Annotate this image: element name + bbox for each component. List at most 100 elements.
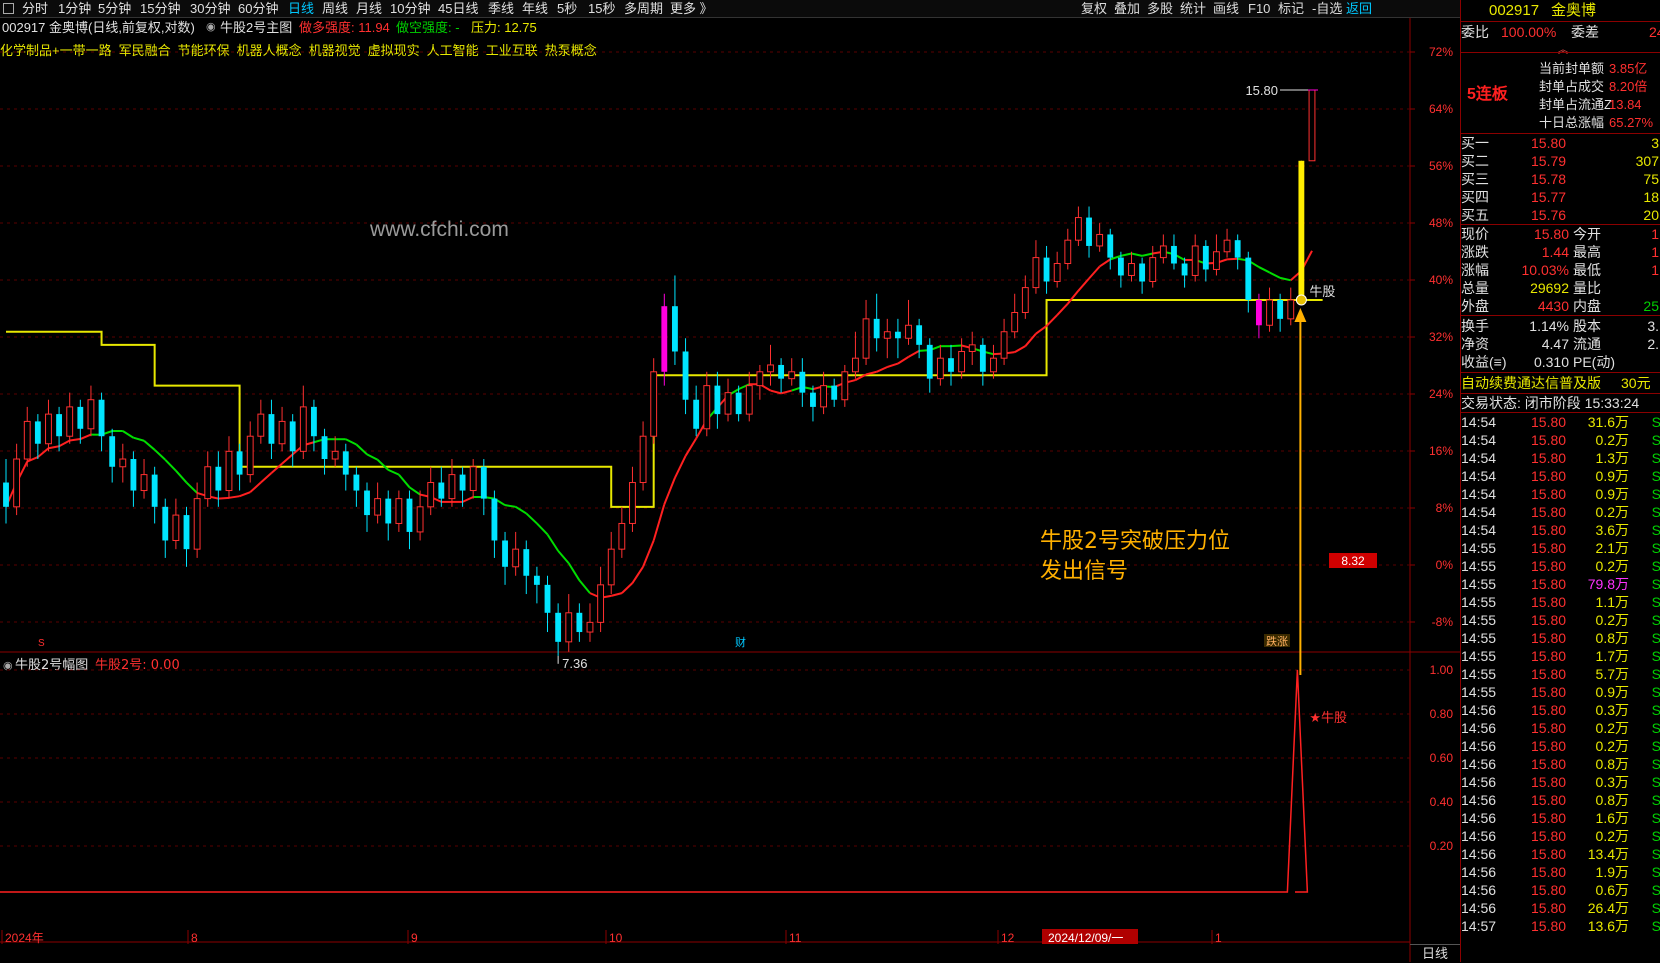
toolbar-button[interactable]: 叠加 [1114, 0, 1140, 17]
candle-body [332, 451, 338, 459]
quote-label-2: 量比 [1573, 279, 1601, 298]
bid-row[interactable]: 买二15.79307 [1461, 152, 1660, 171]
tick-price: 15.80 [1531, 521, 1566, 539]
tick-volume: 0.2万 [1596, 719, 1629, 737]
candle-body [895, 332, 901, 339]
period-tab[interactable]: 30分钟 [190, 0, 230, 17]
period-tab[interactable]: 分时 [22, 0, 48, 17]
candle-body [226, 451, 232, 490]
ma-segment [558, 551, 569, 563]
candle-body [24, 421, 30, 459]
period-tab[interactable]: 15分钟 [140, 0, 180, 17]
candle-body [162, 507, 168, 541]
quote-row: 现价15.80今开1 [1461, 225, 1660, 244]
candle-body [619, 523, 625, 549]
x-tick-label: 2024年 [5, 931, 44, 945]
candle-body [1086, 218, 1092, 246]
surge-mark[interactable]: 跌涨 [1266, 634, 1288, 648]
toolbar-button[interactable]: 返回 [1346, 0, 1372, 17]
period-tab[interactable]: 10分钟 [390, 0, 430, 17]
tick-row: 14:5615.800.8万S [1461, 791, 1660, 809]
fundamental-value: 1.14% [1529, 317, 1569, 336]
tick-volume: 0.6万 [1596, 881, 1629, 899]
candle-body [1160, 246, 1166, 258]
fin-mark[interactable]: 财 [735, 635, 746, 649]
candle-body [608, 549, 614, 585]
kline-chart[interactable]: 88%80%72%64%56%48%40%32%24%16%8%0%-8%202… [0, 18, 1460, 962]
tick-volume: 5.7万 [1596, 665, 1629, 683]
ma-segment [654, 504, 665, 540]
bottom-tab[interactable]: 日线 [1410, 944, 1460, 962]
period-tab[interactable]: 1分钟 [58, 0, 91, 17]
ma-segment [898, 357, 909, 364]
toolbar-button[interactable]: F10 [1248, 0, 1270, 17]
period-tab[interactable]: 5秒 [557, 0, 577, 17]
wc-value: 24 [1649, 23, 1660, 42]
period-tab[interactable]: 多周期 [624, 0, 663, 17]
bid-row[interactable]: 买三15.7875 [1461, 170, 1660, 189]
toolbar-button[interactable]: 多股 [1147, 0, 1173, 17]
candle-body [396, 499, 402, 524]
promo-text[interactable]: 自动续费通达信普及版 [1461, 374, 1601, 393]
fundamental-row: 换手1.14%股本3. [1461, 317, 1660, 336]
collapse-icon[interactable]: ︽ [1558, 41, 1568, 56]
sub-y-tick-label: 1.00 [1430, 663, 1454, 677]
toolbar-button[interactable]: 画线 [1213, 0, 1239, 17]
toolbar-button[interactable]: -自选 [1312, 0, 1342, 17]
quote-label-2: 今开 [1573, 225, 1601, 244]
tick-side: S [1652, 449, 1660, 467]
sub-y-tick-label: 0.20 [1430, 839, 1454, 853]
candle-body [1277, 300, 1283, 319]
candle-body [661, 306, 667, 372]
candle-body [109, 436, 115, 467]
tick-time: 14:56 [1461, 791, 1496, 809]
candle-body [173, 515, 179, 540]
tick-time: 14:57 [1461, 917, 1496, 935]
bid-row[interactable]: 买四15.7718 [1461, 188, 1660, 207]
tick-row: 14:5615.800.8万S [1461, 755, 1660, 773]
period-tab[interactable]: 季线 [488, 0, 514, 17]
quote-value-2: 25 [1643, 297, 1659, 316]
period-tab[interactable]: 年线 [522, 0, 548, 17]
candle-body [1118, 258, 1124, 276]
ma-segment [951, 346, 962, 347]
candle-body [736, 393, 742, 414]
sub-chart-title[interactable]: 牛股2号幅图 [15, 658, 88, 673]
promo-price[interactable]: 30元 [1621, 374, 1651, 393]
period-tab[interactable]: 日线 [288, 0, 314, 17]
tick-volume: 0.2万 [1596, 503, 1629, 521]
tick-side: S [1652, 809, 1660, 827]
bid-row[interactable]: 买五15.7620 [1461, 206, 1660, 225]
tick-volume: 0.9万 [1596, 485, 1629, 503]
period-tab[interactable]: 5分钟 [98, 0, 131, 17]
sub-y-tick-label: 0.80 [1430, 707, 1454, 721]
period-tab[interactable]: 更多 》 [670, 0, 713, 17]
tick-row: 14:5615.8026.4万S [1461, 899, 1660, 917]
menu-icon[interactable] [3, 3, 14, 14]
tick-time: 14:54 [1461, 467, 1496, 485]
period-tab[interactable]: 60分钟 [238, 0, 278, 17]
candle-body [1171, 246, 1177, 264]
tick-time: 14:54 [1461, 449, 1496, 467]
candle-body [1256, 300, 1262, 325]
tick-price: 15.80 [1531, 863, 1566, 881]
period-tab[interactable]: 周线 [322, 0, 348, 17]
ma-segment [70, 439, 81, 440]
ma-segment [250, 483, 261, 493]
bid-row[interactable]: 买一15.803 [1461, 134, 1660, 153]
period-tab[interactable]: 45日线 [438, 0, 478, 17]
toolbar-button[interactable]: 复权 [1081, 0, 1107, 17]
toolbar-button[interactable]: 标记 [1278, 0, 1304, 17]
period-tab[interactable]: 15秒 [588, 0, 615, 17]
tick-row: 14:5615.800.2万S [1461, 827, 1660, 845]
y-tick-label: -8% [1432, 615, 1454, 629]
bid-label: 买一 [1461, 134, 1489, 153]
tick-side: S [1652, 899, 1660, 917]
candle-body [300, 407, 306, 451]
candle-body [831, 386, 837, 400]
tick-row: 14:5515.801.1万S [1461, 593, 1660, 611]
toolbar-button[interactable]: 统计 [1180, 0, 1206, 17]
tick-row: 14:5415.803.6万S [1461, 521, 1660, 539]
period-tab[interactable]: 月线 [356, 0, 382, 17]
ma-segment [48, 446, 59, 448]
